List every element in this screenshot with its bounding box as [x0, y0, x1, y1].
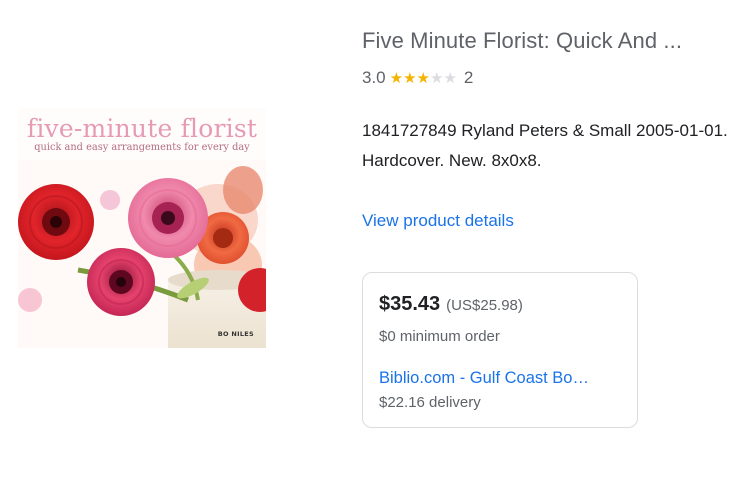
seller-link[interactable]: Biblio.com - Gulf Coast Bo…: [379, 369, 589, 388]
minimum-order: $0 minimum order: [379, 328, 500, 345]
flower-photo: [18, 160, 266, 348]
price-row: $35.43 (US$25.98): [379, 293, 523, 316]
star-icon: ★: [416, 69, 430, 87]
offer-card[interactable]: $35.43 (US$25.98) $0 minimum order Bibli…: [362, 272, 638, 428]
product-image[interactable]: five-minute florist quick and easy arran…: [18, 108, 266, 348]
view-product-details-link[interactable]: View product details: [362, 211, 514, 231]
star-icon: ★: [443, 69, 457, 87]
product-title[interactable]: Five Minute Florist: Quick And ...: [362, 28, 682, 54]
star-icon: ★: [430, 69, 444, 87]
price: $35.43: [379, 293, 441, 315]
star-icon: ★: [389, 69, 404, 87]
cover-author: BO NILES: [217, 330, 254, 338]
price-usd: (US$25.98): [446, 297, 523, 314]
rating-row[interactable]: 3.0 ★ ★ ★ ★ ★ 2: [362, 68, 473, 88]
product-description: 1841727849 Ryland Peters & Small 2005-01…: [362, 121, 728, 170]
delivery-cost: $22.16 delivery: [379, 394, 481, 411]
rating-stars: ★ ★ ★ ★ ★: [390, 71, 457, 86]
rating-value: 3.0: [362, 68, 386, 87]
star-icon: ★: [403, 69, 417, 87]
cover-title: five-minute florist: [26, 114, 258, 143]
cover-subtitle: quick and easy arrangements for every da…: [34, 142, 250, 153]
review-count[interactable]: 2: [464, 68, 473, 88]
